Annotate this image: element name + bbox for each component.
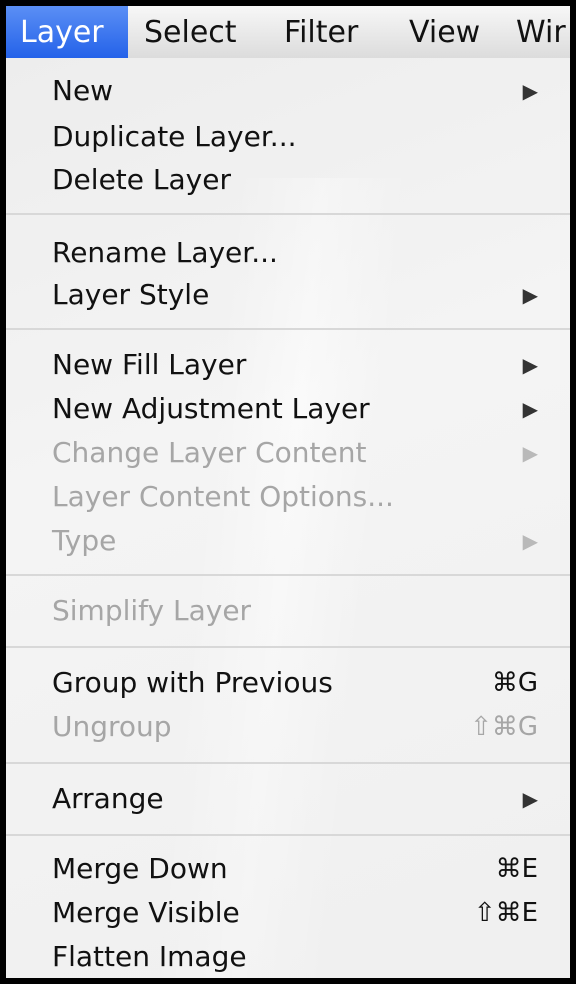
submenu-arrow-icon: ▶ <box>522 529 538 553</box>
menu-bar: Layer Select Filter View Wir <box>6 6 570 58</box>
menu-item-label: Change Layer Content <box>52 436 367 469</box>
menubar-item-filter[interactable]: Filter <box>284 6 358 58</box>
menu-item-label: New Adjustment Layer <box>52 392 370 425</box>
menu-separator <box>6 646 570 648</box>
menu-item-delete-layer[interactable]: Delete Layer <box>6 161 570 199</box>
menu-item-ungroup[interactable]: Ungroup ⇧⌘G <box>6 708 570 746</box>
menu-item-label: Simplify Layer <box>52 594 252 627</box>
submenu-arrow-icon: ▶ <box>522 353 538 377</box>
menu-item-label: Flatten Image <box>52 940 247 973</box>
menu-item-label: Merge Down <box>52 852 228 885</box>
menu-item-label: Duplicate Layer... <box>52 120 297 153</box>
keyboard-shortcut: ⇧⌘E <box>473 898 538 928</box>
menu-item-label: Delete Layer <box>52 163 231 196</box>
menu-separator <box>6 834 570 836</box>
menu-item-label: Group with Previous <box>52 666 333 699</box>
menu-item-label: Arrange <box>52 782 164 815</box>
menu-item-new[interactable]: New ▶ <box>6 72 570 110</box>
keyboard-shortcut: ⇧⌘G <box>470 712 538 742</box>
menu-item-layer-style[interactable]: Layer Style ▶ <box>6 276 570 314</box>
menubar-item-select[interactable]: Select <box>144 6 237 58</box>
menu-item-label: Type <box>52 524 117 557</box>
menubar-item-window[interactable]: Wir <box>516 6 566 58</box>
menu-item-merge-down[interactable]: Merge Down ⌘E <box>6 850 570 888</box>
menubar-item-view[interactable]: View <box>409 6 480 58</box>
menu-item-label: New Fill Layer <box>52 348 247 381</box>
menu-item-rename-layer[interactable]: Rename Layer... <box>6 234 570 272</box>
menu-item-type[interactable]: Type ▶ <box>6 522 570 560</box>
keyboard-shortcut: ⌘E <box>495 854 538 884</box>
layer-menu-dropdown: New ▶ Duplicate Layer... Delete Layer Re… <box>6 58 570 978</box>
menu-item-new-adjustment-layer[interactable]: New Adjustment Layer ▶ <box>6 390 570 428</box>
menu-separator <box>6 762 570 764</box>
menu-item-label: Layer Style <box>52 278 210 311</box>
menu-item-merge-visible[interactable]: Merge Visible ⇧⌘E <box>6 894 570 932</box>
menu-item-label: Rename Layer... <box>52 236 278 269</box>
menu-item-arrange[interactable]: Arrange ▶ <box>6 780 570 818</box>
menu-item-new-fill-layer[interactable]: New Fill Layer ▶ <box>6 346 570 384</box>
menu-item-group-with-previous[interactable]: Group with Previous ⌘G <box>6 664 570 702</box>
submenu-arrow-icon: ▶ <box>522 397 538 421</box>
menu-separator <box>6 328 570 330</box>
menu-item-label: Ungroup <box>52 710 172 743</box>
submenu-arrow-icon: ▶ <box>522 79 538 103</box>
menu-separator <box>6 213 570 215</box>
submenu-arrow-icon: ▶ <box>522 283 538 307</box>
window-frame: Layer Select Filter View Wir New ▶ Dupli… <box>0 0 576 984</box>
menubar-item-layer[interactable]: Layer <box>6 6 128 58</box>
menu-item-duplicate-layer[interactable]: Duplicate Layer... <box>6 118 570 156</box>
menu-item-flatten-image[interactable]: Flatten Image <box>6 938 570 976</box>
menu-item-label: Layer Content Options... <box>52 480 394 513</box>
menu-item-change-layer-content[interactable]: Change Layer Content ▶ <box>6 434 570 472</box>
menu-item-label: New <box>52 74 114 107</box>
keyboard-shortcut: ⌘G <box>491 668 538 698</box>
menu-item-label: Merge Visible <box>52 896 240 929</box>
menu-separator <box>6 574 570 576</box>
submenu-arrow-icon: ▶ <box>522 441 538 465</box>
menu-item-simplify-layer[interactable]: Simplify Layer <box>6 592 570 630</box>
submenu-arrow-icon: ▶ <box>522 787 538 811</box>
menu-item-layer-content-options[interactable]: Layer Content Options... <box>6 478 570 516</box>
